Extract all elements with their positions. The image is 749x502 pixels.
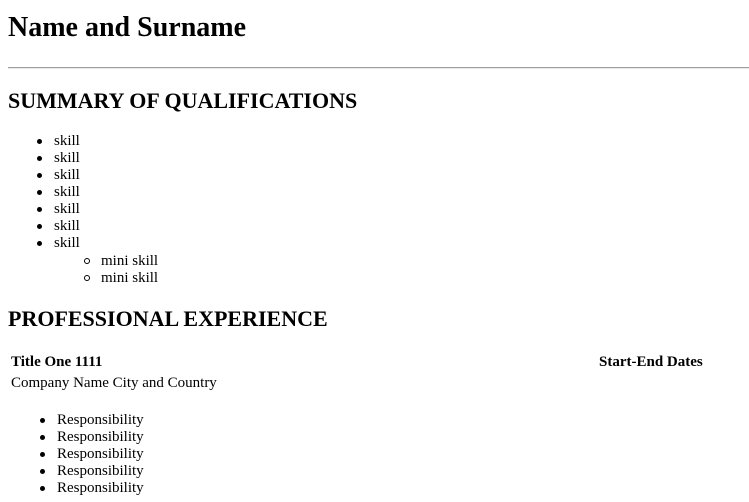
bullet-disc-icon (37, 207, 42, 212)
summary-heading: SUMMARY OF QUALIFICATIONS (8, 88, 358, 113)
skill-label: skill (54, 133, 80, 149)
responsibility-label: Responsibility (57, 480, 144, 496)
mini-skills-list: mini skill mini skill (84, 253, 159, 287)
skill-item: skill (37, 235, 80, 252)
mini-skill-label: mini skill (101, 253, 159, 269)
responsibility-label: Responsibility (57, 429, 144, 445)
bullet-disc-icon (37, 173, 42, 178)
bullet-disc-icon (37, 190, 42, 195)
mini-skill-item: mini skill (84, 253, 159, 270)
skill-label: skill (54, 184, 80, 200)
job-title: Title One 1111 (11, 354, 103, 370)
bullet-disc-icon (40, 452, 45, 457)
bullet-disc-icon (37, 139, 42, 144)
bullet-disc-icon (40, 486, 45, 491)
responsibility-label: Responsibility (57, 463, 144, 479)
bullet-disc-icon (40, 469, 45, 474)
responsibilities-list: Responsibility Responsibility Responsibi… (40, 412, 144, 497)
bullet-disc-icon (37, 224, 42, 229)
header-divider (8, 67, 749, 69)
skill-label: skill (54, 150, 80, 166)
responsibility-item: Responsibility (40, 480, 144, 497)
responsibility-item: Responsibility (40, 446, 144, 463)
responsibility-item: Responsibility (40, 463, 144, 480)
skill-label: skill (54, 167, 80, 183)
experience-heading: PROFESSIONAL EXPERIENCE (8, 306, 328, 331)
skill-item: skill (37, 201, 80, 218)
mini-skill-label: mini skill (101, 270, 159, 286)
skill-item: skill (37, 218, 80, 235)
mini-skill-item: mini skill (84, 270, 159, 287)
skill-item: skill (37, 133, 80, 150)
responsibility-label: Responsibility (57, 446, 144, 462)
responsibility-label: Responsibility (57, 412, 144, 428)
skill-label: skill (54, 235, 80, 251)
responsibility-item: Responsibility (40, 412, 144, 429)
skill-item: skill (37, 167, 80, 184)
bullet-circle-icon (84, 258, 90, 264)
skill-item: skill (37, 184, 80, 201)
bullet-disc-icon (37, 156, 42, 161)
bullet-disc-icon (40, 418, 45, 423)
skill-label: skill (54, 201, 80, 217)
resume-page: Name and Surname SUMMARY OF QUALIFICATIO… (0, 0, 749, 502)
skill-item: skill (37, 150, 80, 167)
job-dates: Start-End Dates (599, 354, 703, 370)
skill-label: skill (54, 218, 80, 234)
responsibility-item: Responsibility (40, 429, 144, 446)
job-company: Company Name City and Country (11, 375, 217, 391)
bullet-circle-icon (84, 275, 90, 281)
bullet-disc-icon (37, 241, 42, 246)
bullet-disc-icon (40, 435, 45, 440)
skills-list: skill skill skill skill skill skill skil… (37, 133, 80, 252)
page-title: Name and Surname (8, 12, 247, 43)
